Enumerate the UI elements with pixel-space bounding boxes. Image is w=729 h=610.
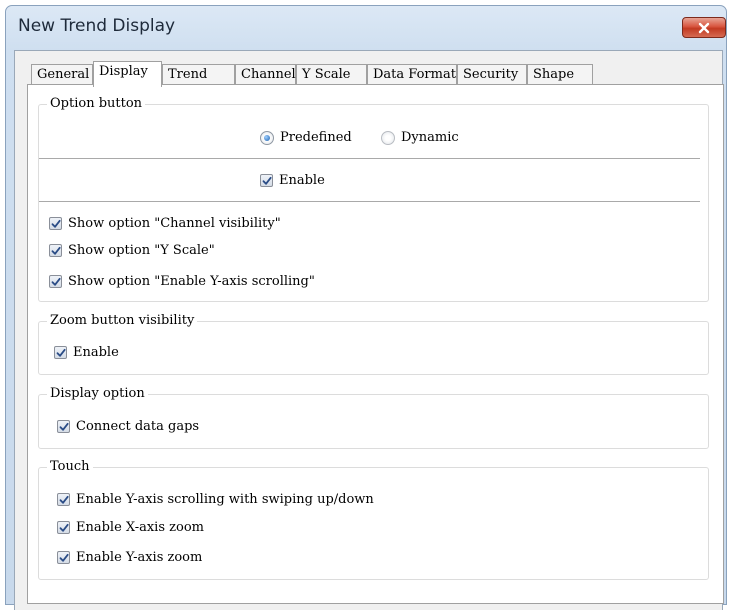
checkbox-checked-icon: [57, 551, 70, 564]
zoom-button-group: Zoom button visibility: [38, 313, 709, 375]
checkbox-checked-icon: [260, 174, 273, 187]
tab-shape[interactable]: Shape: [527, 64, 593, 85]
checkbox-checked-icon: [54, 346, 67, 359]
option-enable-checkbox[interactable]: Enable: [260, 173, 325, 188]
display-option-legend: Display option: [47, 386, 148, 402]
show-y-scale-checkbox[interactable]: Show option "Y Scale": [49, 243, 215, 258]
touch-y-scroll-label: Enable Y-axis scrolling with swiping up/…: [76, 492, 374, 507]
option-button-legend: Option button: [47, 96, 146, 112]
tab-y-scale[interactable]: Y Scale: [296, 64, 367, 85]
tab-general[interactable]: General: [31, 64, 93, 85]
show-y-scale-label: Show option "Y Scale": [68, 243, 215, 258]
predefined-label: Predefined: [280, 130, 352, 145]
close-button[interactable]: [682, 17, 726, 38]
tab-trend[interactable]: Trend: [162, 64, 235, 85]
zoom-enable-label: Enable: [73, 345, 119, 360]
radio-unselected-icon: [381, 130, 395, 145]
checkbox-checked-icon: [57, 420, 70, 433]
show-y-axis-scrolling-checkbox[interactable]: Show option "Enable Y-axis scrolling": [49, 274, 315, 289]
tab-security[interactable]: Security: [457, 64, 527, 85]
checkbox-checked-icon: [57, 521, 70, 534]
checkbox-checked-icon: [49, 244, 62, 257]
option-enable-label: Enable: [279, 173, 325, 188]
touch-x-zoom-label: Enable X-axis zoom: [76, 520, 204, 535]
predefined-radio[interactable]: Predefined: [260, 130, 352, 145]
tab-channel[interactable]: Channel: [235, 64, 296, 85]
zoom-enable-checkbox[interactable]: Enable: [54, 345, 119, 360]
touch-x-zoom-checkbox[interactable]: Enable X-axis zoom: [57, 520, 204, 535]
tab-display[interactable]: Display: [93, 61, 162, 87]
show-y-axis-scrolling-label: Show option "Enable Y-axis scrolling": [68, 274, 315, 289]
connect-data-gaps-checkbox[interactable]: Connect data gaps: [57, 419, 199, 434]
touch-legend: Touch: [47, 459, 93, 475]
option-separator-bottom: [39, 201, 700, 202]
touch-y-zoom-label: Enable Y-axis zoom: [76, 550, 203, 565]
connect-data-gaps-label: Connect data gaps: [76, 419, 200, 434]
zoom-button-legend: Zoom button visibility: [47, 313, 198, 329]
touch-y-scroll-checkbox[interactable]: Enable Y-axis scrolling with swiping up/…: [57, 492, 374, 507]
tab-data-format[interactable]: Data Format: [367, 64, 457, 85]
checkbox-checked-icon: [49, 275, 62, 288]
window-title: New Trend Display: [18, 16, 176, 36]
dynamic-label: Dynamic: [401, 130, 459, 145]
touch-y-zoom-checkbox[interactable]: Enable Y-axis zoom: [57, 550, 202, 565]
show-channel-visibility-checkbox[interactable]: Show option "Channel visibility": [49, 216, 281, 231]
checkbox-checked-icon: [57, 493, 70, 506]
show-channel-visibility-label: Show option "Channel visibility": [68, 216, 281, 231]
option-separator-top: [39, 158, 700, 159]
checkbox-checked-icon: [49, 217, 62, 230]
dynamic-radio[interactable]: Dynamic: [381, 130, 459, 145]
option-button-group: Option button: [38, 96, 709, 302]
radio-selected-icon: [260, 130, 274, 145]
close-icon: [698, 22, 710, 33]
